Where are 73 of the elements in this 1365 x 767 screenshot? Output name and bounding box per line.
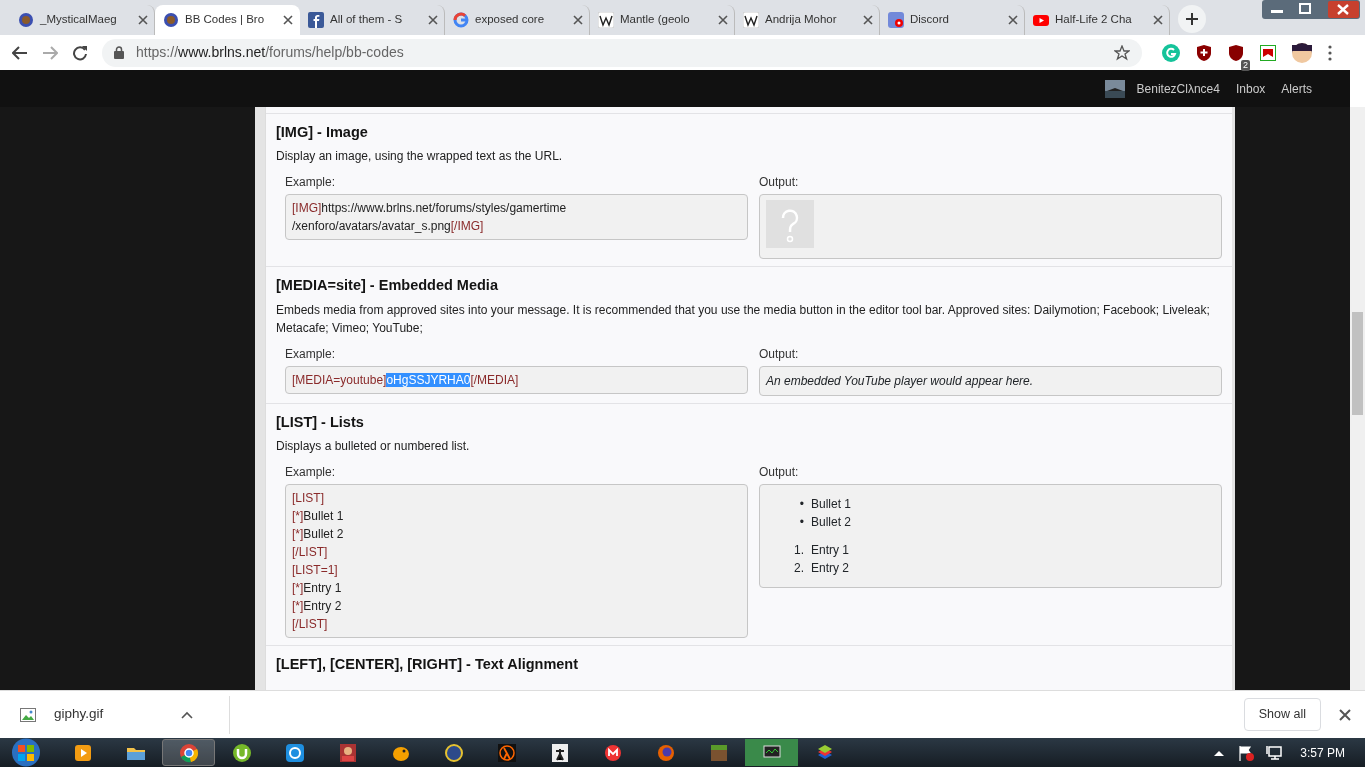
example-label: Example: [285,345,337,363]
close-icon[interactable] [138,15,148,25]
network-icon[interactable] [1266,744,1283,761]
extension-badge: 2 [1241,59,1250,71]
list-marker: 2. [793,560,804,578]
browser-tab[interactable]: BB Codes | Bro [155,5,300,35]
list-marker: • [798,514,804,532]
example-label: Example: [285,464,337,482]
lambda-icon[interactable] [496,742,517,763]
code-example: [LIST] [*]Bullet 1 [*]Bullet 2 [/LIST] [LIST=1] [*]Entry 1 [*]Entry 2 [/LIST] [285,484,748,639]
close-icon[interactable] [863,15,873,25]
download-file-name[interactable]: giphy.gif [54,704,163,725]
close-icon[interactable] [1339,708,1351,721]
section-description: Displays a bulleted or numbered list. [276,438,471,456]
section-heading: [MEDIA=site] - Embedded Media [276,277,499,295]
close-icon[interactable] [283,15,293,25]
example-label: Example: [285,174,337,192]
star-icon[interactable] [1114,44,1130,61]
list-item: Bullet 2 [811,514,852,532]
output-preview: An embedded YouTube player would appear here. [759,365,1222,396]
list-marker: • [798,496,804,514]
media-player-icon[interactable] [72,742,93,763]
avatar-icon[interactable] [1292,42,1312,63]
close-icon[interactable] [1153,15,1163,25]
list-item: Entry 2 [811,560,849,578]
youtube-icon [1033,12,1049,28]
list-item: Bullet 1 [811,496,852,514]
lock-icon [114,46,124,59]
reload-icon[interactable] [72,44,88,61]
section-description: Embeds media from approved sites into your message. It is recommended that you use the media button in the editor tool bar. Approved sites: Dailymotion; Facebook; Liveleak; Metacafe; Vimeo; YouTube; [276,301,1211,337]
google-icon [453,12,469,28]
close-icon[interactable] [718,15,728,25]
section-heading: [LEFT], [CENTER], [RIGHT] - Text Alignment [276,656,580,674]
app-icon[interactable] [602,742,623,763]
forum-icon [163,12,179,28]
runner-icon[interactable] [549,742,570,763]
wikipedia-icon [598,12,614,28]
app-icon[interactable] [284,742,305,763]
close-icon[interactable] [428,15,438,25]
show-all-button[interactable]: Show all [1243,698,1321,731]
facebook-icon [308,12,324,28]
chevron-up-icon[interactable] [181,710,193,719]
code-example: [MEDIA=youtube]oHgSSJYRHA0[/MEDIA] [285,365,748,394]
chevron-up-icon[interactable] [1214,749,1225,756]
list-marker: 1. [793,542,804,560]
user-avatar-icon[interactable] [1104,79,1125,98]
broken-image-icon [766,200,814,249]
code-example: [IMG]https://www.brlns.net/forums/styles/gamertime /xenforo/avatars/avatar_s.png[/IMG] [285,194,748,241]
nav-link[interactable]: Inbox [1227,79,1274,98]
section-heading: [LIST] - Lists [276,413,365,432]
clock-text[interactable]: 3:57 PM [1300,743,1345,762]
section-description: Display an image, using the wrapped text as the URL. [276,148,564,166]
section-heading: [IMG] - Image [276,124,369,142]
wikipedia-icon [743,12,759,28]
output-label: Output: [759,345,800,363]
chrome-icon[interactable] [178,742,199,763]
close-icon[interactable] [573,15,583,25]
image-file-icon [20,707,36,722]
new-tab-icon[interactable] [1178,5,1206,33]
nav-link[interactable]: Alerts [1273,79,1320,98]
forum-icon [18,12,34,28]
game-icon[interactable] [337,742,358,763]
close-icon[interactable] [1008,15,1018,25]
menu-icon[interactable] [1328,44,1332,61]
back-icon[interactable] [12,44,28,61]
address-bar[interactable]: https://www.brlns.net/forums/help/bb-codes [102,38,1142,67]
list-item: Entry 1 [811,542,849,560]
user-link[interactable]: BenitezClλnce4 [1128,79,1228,98]
flag-icon[interactable] [1238,744,1255,761]
scrollbar-thumb[interactable] [1352,312,1363,415]
url-text: https://www.brlns.net/forums/help/bb-codes [136,43,404,62]
output-label: Output: [759,464,800,482]
output-label: Output: [759,174,800,192]
